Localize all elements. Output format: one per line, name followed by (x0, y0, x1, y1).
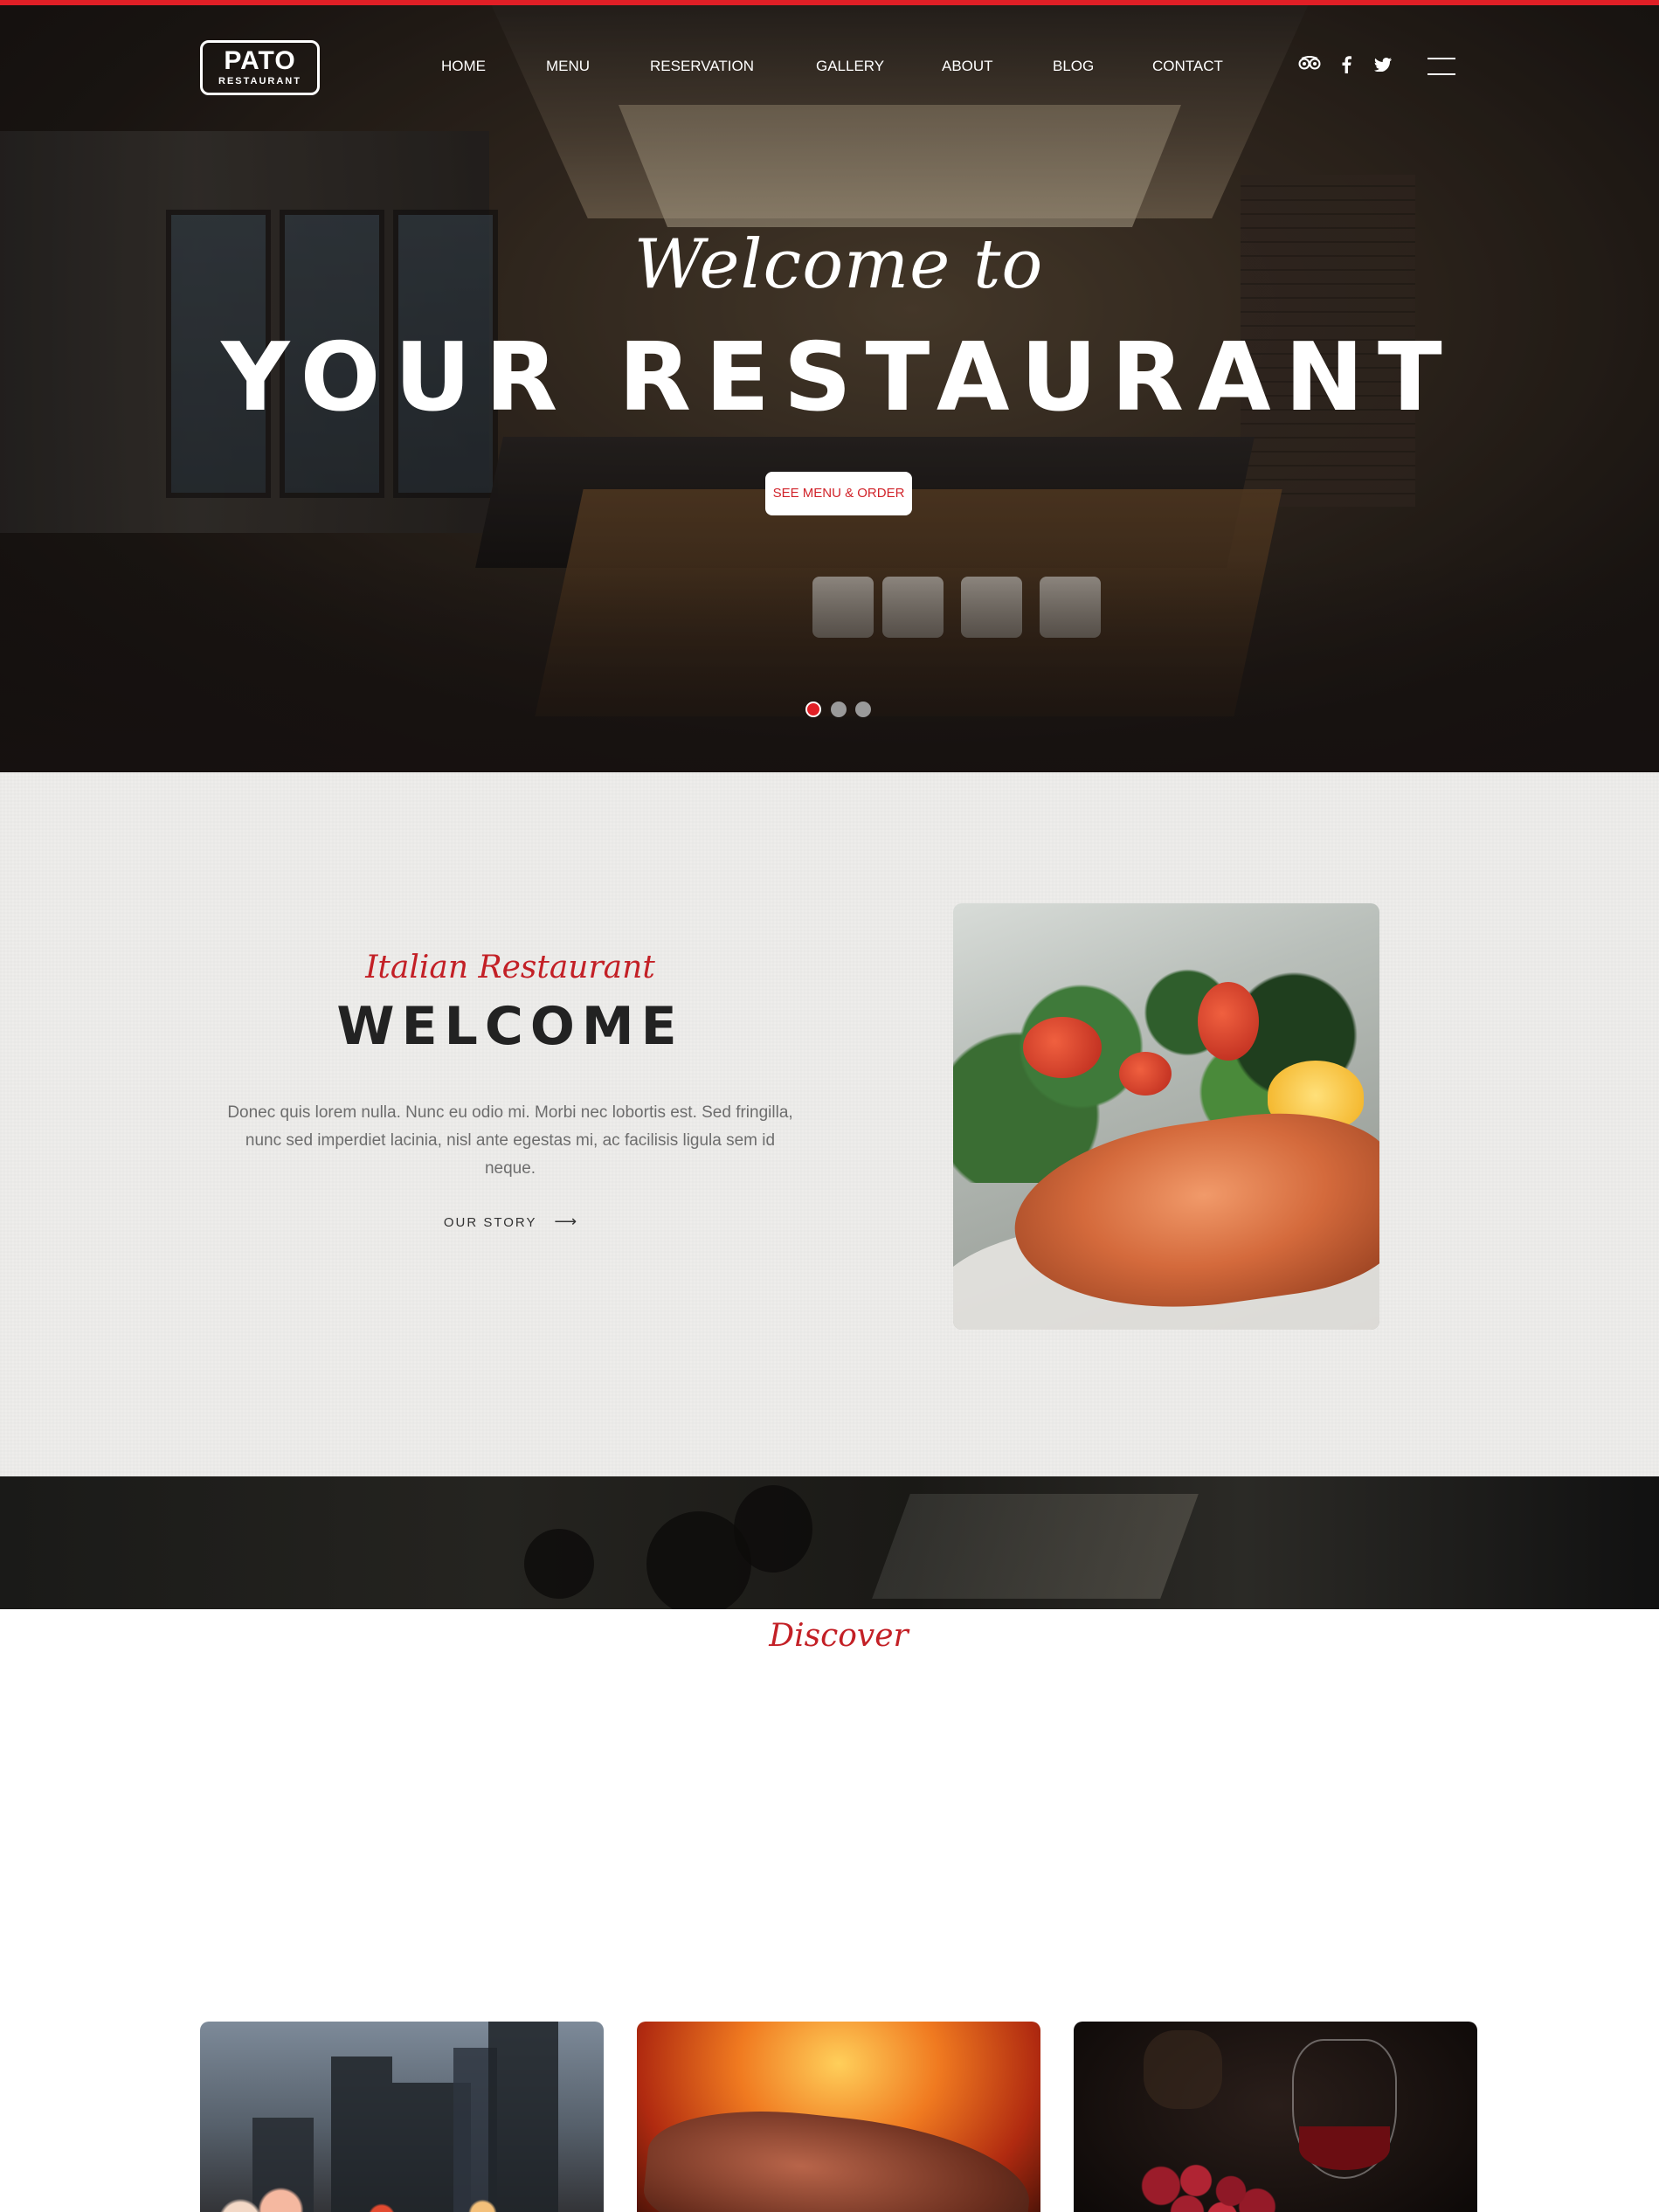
nav-item-contact[interactable]: CONTACT (1152, 58, 1223, 75)
slider-dot-2[interactable] (831, 702, 847, 717)
nav-item-home[interactable]: HOME (441, 58, 486, 75)
nav-item-menu[interactable]: MENU (546, 58, 590, 75)
logo-name: PATO (224, 46, 296, 75)
hero-welcome-text: Welcome to (633, 225, 1044, 304)
tripadvisor-icon[interactable] (1298, 56, 1321, 74)
hero-title: YOUR RESTAURANT (221, 323, 1456, 432)
see-menu-order-button[interactable]: SEE MENU & ORDER (765, 472, 912, 515)
welcome-subtitle: Italian Restaurant (365, 950, 655, 985)
logo-tagline: RESTAURANT (218, 76, 301, 86)
facebook-icon[interactable] (1341, 56, 1351, 78)
nav-item-blog[interactable]: BLOG (1053, 58, 1094, 75)
accent-top-bar (0, 0, 1659, 5)
nav-item-reservation[interactable]: RESERVATION (650, 58, 754, 75)
parallax-strip (0, 1476, 1659, 1609)
salmon-dish-image (953, 903, 1379, 1330)
discover-card-city[interactable] (200, 2022, 604, 2212)
our-story-link[interactable]: OUR STORY ⟶ (0, 1213, 1020, 1231)
discover-card-grill[interactable] (637, 2022, 1040, 2212)
welcome-text: Donec quis lorem nulla. Nunc eu odio mi.… (227, 1103, 793, 1178)
slider-dot-3[interactable] (855, 702, 871, 717)
twitter-icon[interactable] (1374, 58, 1392, 76)
site-logo[interactable]: PATO RESTAURANT (200, 40, 320, 95)
slider-dot-1[interactable] (805, 702, 821, 717)
our-story-label: OUR STORY (443, 1215, 537, 1230)
discover-title: Discover (769, 1618, 909, 1654)
nav-item-about[interactable]: ABOUT (942, 58, 993, 75)
menu-toggle-icon[interactable] (1427, 58, 1455, 75)
welcome-title: WELCOME (336, 996, 684, 1057)
nav-item-gallery[interactable]: GALLERY (816, 58, 884, 75)
discover-card-wine[interactable] (1074, 2022, 1477, 2212)
arrow-right-icon: ⟶ (554, 1213, 577, 1230)
